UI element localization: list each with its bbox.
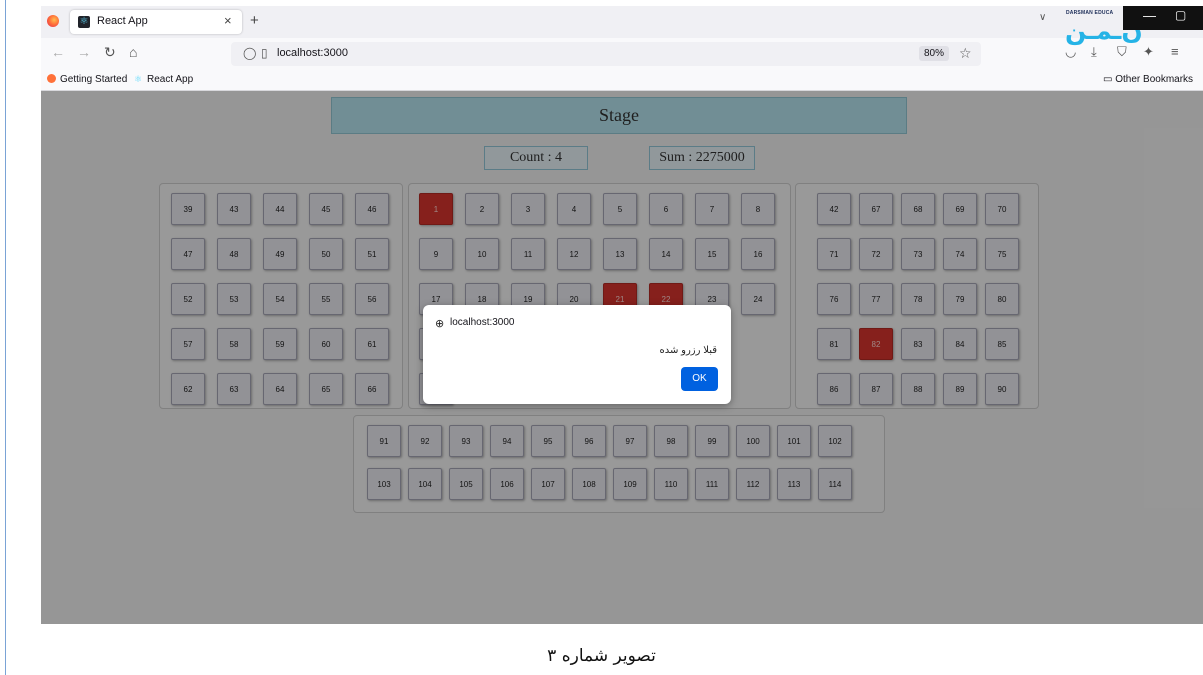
bookmark-getting-started[interactable]: Getting Started — [47, 74, 127, 85]
forward-icon[interactable]: → — [77, 44, 91, 60]
tab-close-icon[interactable]: × — [224, 13, 232, 28]
folder-icon: ▭ — [1103, 74, 1116, 85]
maximize-icon[interactable]: ▢ — [1175, 8, 1186, 22]
tab-title: React App — [97, 15, 148, 27]
bookmark-star-icon[interactable]: ☆ — [959, 45, 972, 62]
bookmark-react-app[interactable]: ⚛ React App — [134, 74, 193, 85]
menu-icon[interactable]: ≡ — [1171, 44, 1179, 59]
bookmarks-bar: Getting Started ⚛ React App ▭ Other Bookm… — [41, 70, 1203, 91]
other-bookmarks[interactable]: ▭ Other Bookmarks — [1103, 74, 1193, 85]
react-icon: ⚛ — [134, 74, 143, 84]
list-tabs-icon[interactable]: ∨ — [1039, 12, 1046, 23]
zoom-level[interactable]: 80% — [919, 46, 950, 61]
tab-react-app[interactable]: ⚛ React App × — [70, 10, 242, 34]
tab-bar: ⚛ React App × + ∨ — [41, 6, 1203, 36]
globe-icon: ⊕ — [435, 318, 445, 330]
new-tab-button[interactable]: + — [250, 12, 259, 29]
dialog-message: قبلا رزرو شده — [659, 345, 717, 356]
ok-button[interactable]: OK — [681, 367, 718, 391]
url-text[interactable]: localhost:3000 — [277, 47, 348, 59]
page-icon: ▯ — [261, 46, 268, 60]
home-icon[interactable]: ⌂ — [129, 44, 137, 60]
minimize-icon[interactable]: — — [1143, 8, 1156, 23]
firefox-icon — [47, 15, 59, 27]
firefox-icon — [47, 74, 56, 83]
document-border — [5, 0, 6, 675]
extensions-icon[interactable]: ✦ — [1143, 44, 1154, 60]
alert-dialog: ⊕ localhost:3000 قبلا رزرو شده OK — [423, 305, 731, 404]
figure-caption: تصویر شماره ۳ — [547, 646, 656, 666]
address-bar[interactable]: ◯ ▯ localhost:3000 80% ☆ — [231, 42, 981, 66]
tracking-shield-icon[interactable]: ◯ — [243, 46, 256, 60]
nav-toolbar: ← → ↻ ⌂ ◯ ▯ localhost:3000 80% ☆ ◡ ⤓ ⛉ ✦… — [41, 38, 1203, 70]
react-icon: ⚛ — [78, 16, 90, 28]
dialog-origin: localhost:3000 — [450, 317, 515, 328]
back-icon[interactable]: ← — [51, 44, 65, 60]
window-controls: — ▢ — [1123, 6, 1203, 30]
reload-icon[interactable]: ↻ — [104, 44, 116, 61]
